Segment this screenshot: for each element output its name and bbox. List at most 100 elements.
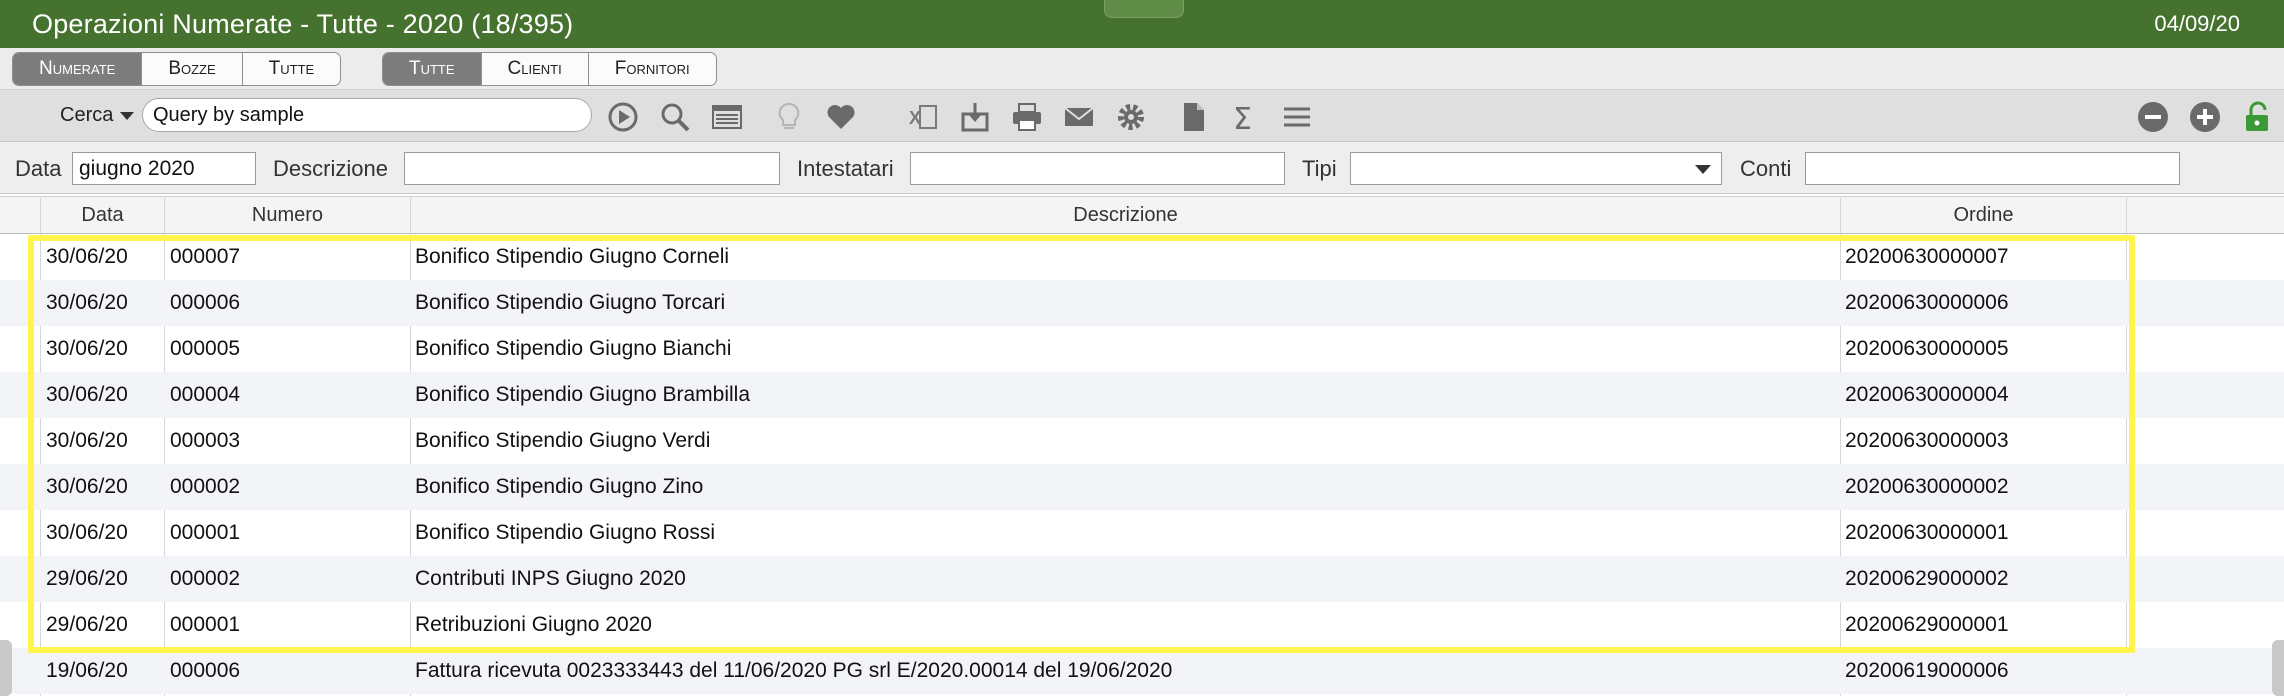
descrizione-label: Descrizione	[273, 156, 388, 181]
cell-numero: 000005	[170, 337, 241, 360]
cell-descrizione: Bonifico Stipendio Giugno Rossi	[415, 521, 716, 544]
conti-field[interactable]	[1805, 152, 2180, 185]
cell-descrizione: Bonifico Stipendio Giugno Verdi	[415, 429, 711, 452]
column-header-ordine[interactable]: Ordine	[1841, 197, 2127, 234]
download-icon[interactable]	[958, 100, 992, 134]
window-title: Operazioni Numerate - Tutte - 2020 (18/3…	[32, 8, 574, 39]
cell-descrizione: Contributi INPS Giugno 2020	[415, 567, 686, 590]
tipi-select[interactable]	[1350, 152, 1722, 185]
play-icon[interactable]	[606, 100, 640, 134]
table-row[interactable]: 30/06/20 000003 Bonifico Stipendio Giugno …	[0, 418, 2284, 464]
column-header-data[interactable]: Data	[41, 197, 165, 234]
cell-ordine: 20200630000003	[1845, 429, 2009, 452]
scroll-handle-left[interactable]	[0, 640, 12, 696]
cell-numero: 000006	[170, 659, 241, 682]
table-header: Data Numero Descrizione Ordine	[0, 196, 2284, 234]
cell-numero: 000002	[170, 567, 241, 590]
cell-ordine: 20200630000002	[1845, 475, 2009, 498]
table-row[interactable]: 29/06/20 000002 Contributi INPS Giugno 202…	[0, 556, 2284, 602]
svg-text:X: X	[909, 108, 921, 128]
cell-data: 30/06/20	[46, 291, 128, 314]
print-icon[interactable]	[1010, 100, 1044, 134]
cell-data: 29/06/20	[46, 567, 128, 590]
menu-icon[interactable]	[1280, 100, 1314, 134]
chevron-down-icon	[120, 111, 135, 120]
table-body: 30/06/20 000007 Bonifico Stipendio Giugno …	[0, 234, 2284, 696]
tipi-label: Tipi	[1302, 156, 1337, 181]
descrizione-field[interactable]	[404, 152, 780, 185]
cell-numero: 000002	[170, 475, 241, 498]
search-mode-dropdown[interactable]: Cerca	[60, 104, 135, 127]
data-field[interactable]: giugno 2020	[72, 152, 256, 185]
cell-descrizione: Retribuzioni Giugno 2020	[415, 613, 652, 636]
table-row[interactable]: 30/06/20 000007 Bonifico Stipendio Giugno …	[0, 234, 2284, 280]
cell-numero: 000003	[170, 429, 241, 452]
toolbar: Cerca Query by sample X Σ	[0, 90, 2284, 142]
segment-clienti[interactable]: Clienti	[482, 53, 589, 85]
table-row[interactable]: 30/06/20 000006 Bonifico Stipendio Giugno …	[0, 280, 2284, 326]
cell-numero: 000001	[170, 613, 241, 636]
current-date: 04/09/20	[2154, 11, 2240, 36]
heart-icon[interactable]	[824, 100, 858, 134]
search-icon[interactable]	[658, 100, 692, 134]
excel-icon[interactable]: X	[906, 100, 940, 134]
filter-bar: Data giugno 2020 Descrizione Intestatari…	[0, 142, 2284, 194]
cell-ordine: 20200630000005	[1845, 337, 2009, 360]
cell-ordine: 20200630000007	[1845, 245, 2009, 268]
cell-descrizione: Bonifico Stipendio Giugno Corneli	[415, 245, 730, 268]
cell-ordine: 20200630000006	[1845, 291, 2009, 314]
cell-descrizione: Bonifico Stipendio Giugno Bianchi	[415, 337, 732, 360]
list-view-icon[interactable]	[710, 100, 744, 134]
document-icon[interactable]	[1176, 100, 1210, 134]
cell-data: 30/06/20	[46, 245, 128, 268]
table-row[interactable]: 19/06/20 000006 Fattura ricevuta 002333344…	[0, 648, 2284, 694]
cell-descrizione: Bonifico Stipendio Giugno Brambilla	[415, 383, 751, 406]
cell-ordine: 20200630000001	[1845, 521, 2009, 544]
column-header-numero[interactable]: Numero	[165, 197, 411, 234]
search-input[interactable]: Query by sample	[142, 98, 592, 132]
lock-icon[interactable]	[2240, 100, 2274, 134]
conti-label: Conti	[1740, 156, 1792, 181]
segment-fornitori[interactable]: Fornitori	[589, 53, 716, 85]
cell-descrizione: Fattura ricevuta 0023333443 del 11/06/20…	[415, 659, 1173, 682]
intestatari-label: Intestatari	[797, 156, 894, 181]
cell-numero: 000006	[170, 291, 241, 314]
filter-tipo-segment: Tutte Clienti Fornitori	[382, 52, 717, 86]
column-header-descrizione[interactable]: Descrizione	[411, 197, 1841, 234]
cell-numero: 000001	[170, 521, 241, 544]
cell-ordine: 20200619000006	[1845, 659, 2009, 682]
intestatari-field[interactable]	[910, 152, 1285, 185]
segment-tutte-tipo[interactable]: Tutte	[383, 53, 482, 85]
cell-ordine: 20200629000002	[1845, 567, 2009, 590]
cell-numero: 000004	[170, 383, 241, 406]
sigma-icon[interactable]: Σ	[1228, 100, 1262, 137]
minus-icon[interactable]	[2136, 100, 2170, 134]
cell-data: 30/06/20	[46, 383, 128, 406]
cell-numero: 000007	[170, 245, 241, 268]
cell-ordine: 20200630000004	[1845, 383, 2009, 406]
mail-icon[interactable]	[1062, 100, 1096, 134]
row-handle-header	[0, 197, 41, 234]
segment-tutte-stato[interactable]: Tutte	[243, 53, 341, 85]
cell-data: 30/06/20	[46, 337, 128, 360]
segment-numerate[interactable]: Numerate	[13, 53, 143, 85]
segment-bozze[interactable]: Bozze	[142, 53, 243, 85]
cell-data: 30/06/20	[46, 429, 128, 452]
chevron-down-icon	[1695, 165, 1711, 174]
plus-icon[interactable]	[2188, 100, 2222, 134]
table-row[interactable]: 30/06/20 000001 Bonifico Stipendio Giugno …	[0, 510, 2284, 556]
gear-icon[interactable]	[1114, 100, 1148, 134]
lightbulb-icon[interactable]	[772, 100, 806, 134]
cell-data: 19/06/20	[46, 659, 128, 682]
table-row[interactable]: 29/06/20 000001 Retribuzioni Giugno 2020 20…	[0, 602, 2284, 648]
svg-text:Σ: Σ	[1233, 102, 1252, 134]
table-row[interactable]: 30/06/20 000002 Bonifico Stipendio Giugno …	[0, 464, 2284, 510]
scroll-handle-right[interactable]	[2272, 640, 2284, 696]
cell-data: 29/06/20	[46, 613, 128, 636]
search-mode-label: Cerca	[60, 104, 114, 126]
table-row[interactable]: 30/06/20 000004 Bonifico Stipendio Giugno …	[0, 372, 2284, 418]
table-row[interactable]: 30/06/20 000005 Bonifico Stipendio Giugno …	[0, 326, 2284, 372]
cell-ordine: 20200629000001	[1845, 613, 2009, 636]
cell-data: 30/06/20	[46, 475, 128, 498]
drag-handle[interactable]	[1104, 0, 1184, 18]
